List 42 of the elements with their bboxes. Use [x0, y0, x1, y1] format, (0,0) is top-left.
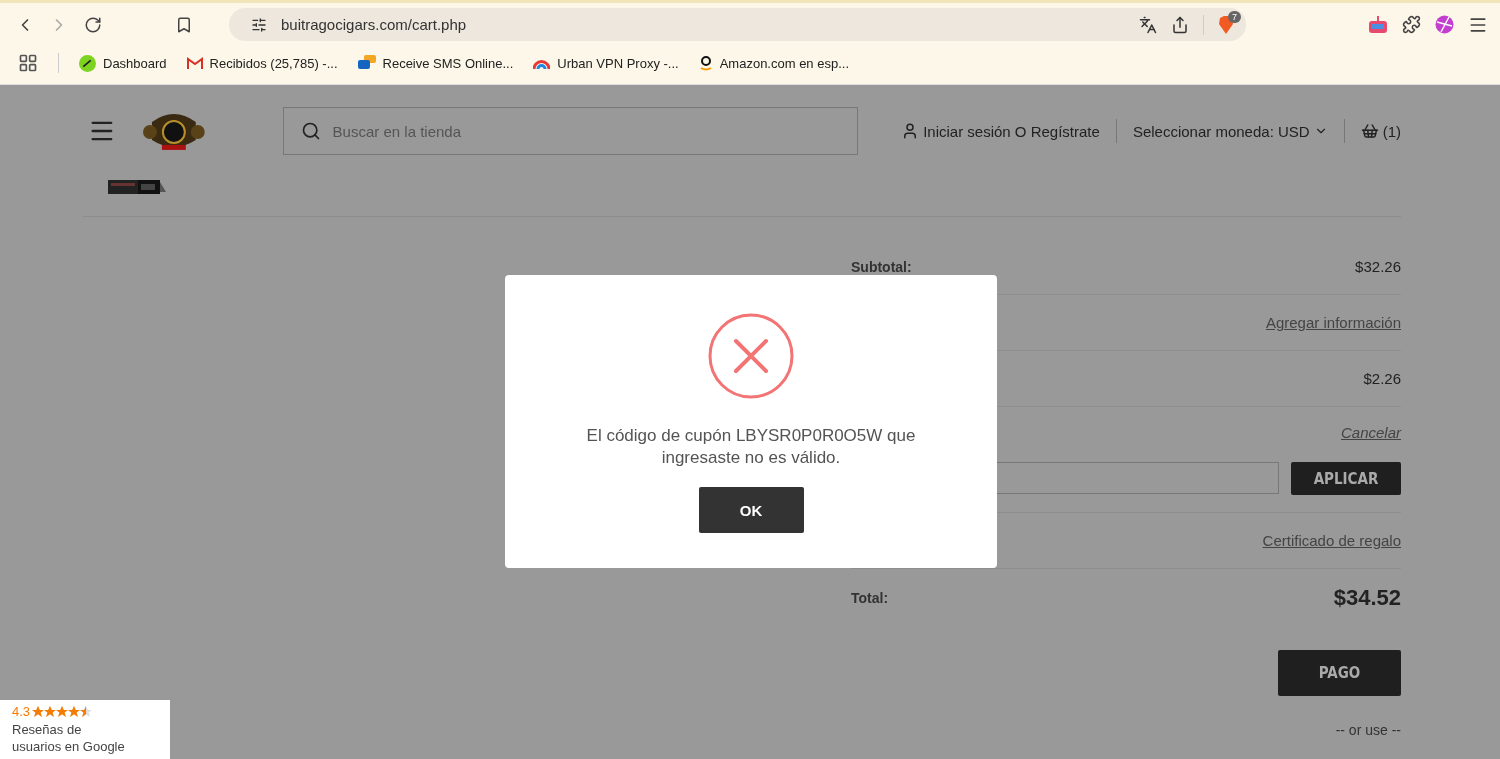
robot-icon[interactable]	[1368, 15, 1388, 34]
account-link[interactable]: Iniciar sesión O Regístrate	[901, 122, 1100, 140]
cancel-link[interactable]: Cancelar	[1340, 424, 1401, 441]
search-icon	[300, 121, 321, 141]
bookmark-item[interactable]: Dashboard	[103, 55, 167, 71]
amount: $32.26	[1355, 258, 1401, 275]
translate-icon[interactable]	[1139, 15, 1157, 34]
bookmark-item[interactable]: Receive SMS Online...	[382, 55, 514, 71]
reviews-badge[interactable]: 4.3 Reseñas de usuarios en Google	[0, 700, 170, 759]
row-label: Subtotal:	[851, 258, 912, 275]
checkout-button[interactable]: PAGO	[1278, 650, 1401, 696]
reviews-caption: Reseñas de usuarios en Google	[12, 721, 126, 755]
total-amount: $34.52	[1333, 584, 1401, 611]
site-settings-icon[interactable]	[251, 16, 267, 33]
rainbow-icon	[533, 57, 551, 69]
rating-value: 4.3	[12, 704, 31, 719]
link[interactable]: Certificado de regalo	[1262, 532, 1401, 549]
currency-selector[interactable]: Seleccionar moneda: USD	[1132, 122, 1328, 140]
extensions-icon[interactable]	[1402, 15, 1421, 34]
search-field[interactable]: Buscar en la tienda	[282, 107, 859, 155]
amazon-icon	[698, 55, 713, 71]
error-icon	[708, 313, 794, 399]
url-text[interactable]: buitragocigars.com/cart.php	[281, 16, 1125, 33]
or-use-text: -- or use --	[1335, 722, 1401, 738]
mail-icon	[186, 57, 203, 69]
bookmark-item[interactable]: Amazon.com en esp...	[719, 55, 849, 71]
alert-message: El código de cupón LBYSR0P0R0O5W que ingresaste no es válido.	[585, 425, 917, 469]
apps-icon[interactable]	[18, 53, 38, 73]
cart-link[interactable]: (1)	[1360, 122, 1401, 140]
link[interactable]: Agregar información	[1265, 314, 1401, 331]
bookmark-item[interactable]: Urban VPN Proxy -...	[557, 55, 679, 71]
bookmark-icon[interactable]	[175, 15, 193, 34]
shield-badge: 7	[1228, 10, 1241, 23]
chat-icon	[357, 55, 376, 71]
bookmark-item[interactable]: Recibidos (25,785) -...	[209, 55, 338, 71]
amount: $2.26	[1363, 370, 1401, 387]
row-label: Total:	[851, 589, 889, 606]
basket-icon	[1360, 122, 1379, 140]
ok-button[interactable]: OK	[698, 487, 804, 533]
share-icon[interactable]	[1171, 15, 1189, 34]
reload-icon[interactable]	[84, 15, 102, 34]
apply-button[interactable]: APLICAR	[1291, 462, 1401, 495]
